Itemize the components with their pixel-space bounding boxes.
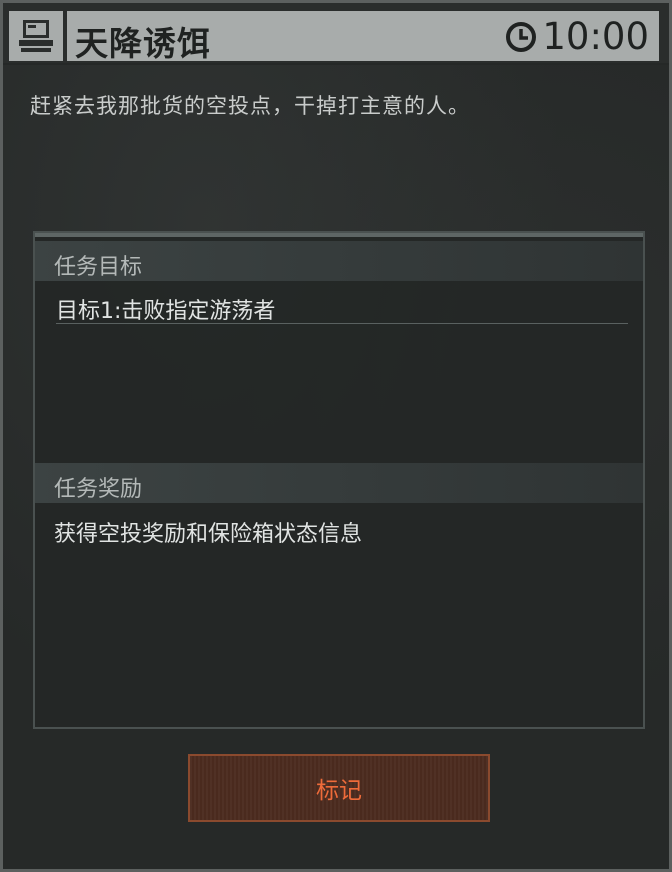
mission-timer: 10:00 xyxy=(504,15,649,58)
panel-top-line xyxy=(35,233,643,237)
rewards-header: 任务奖励 xyxy=(35,463,643,503)
objectives-header-label: 任务目标 xyxy=(54,255,143,280)
objectives-header: 任务目标 xyxy=(35,241,643,281)
computer-terminal-icon xyxy=(19,20,53,52)
mission-title: 天降诱饵 xyxy=(75,24,211,63)
mission-icon-box xyxy=(9,11,63,61)
clock-icon xyxy=(506,21,537,52)
objective-item: 目标1:击败指定游荡者 xyxy=(56,299,276,324)
reward-text: 获得空投奖励和保险箱状态信息 xyxy=(54,522,363,547)
mission-header: 天降诱饵 10:00 xyxy=(3,3,669,63)
objective-divider xyxy=(56,323,628,324)
objectives-panel: 任务目标 目标1:击败指定游荡者 任务奖励 获得空投奖励和保险箱状态信息 xyxy=(33,231,645,729)
mark-button-label: 标记 xyxy=(316,778,362,804)
mission-description: 赶紧去我那批货的空投点，干掉打主意的人。 xyxy=(30,94,470,118)
title-bar: 天降诱饵 10:00 xyxy=(67,11,659,63)
rewards-header-label: 任务奖励 xyxy=(54,477,143,502)
mark-button[interactable]: 标记 xyxy=(188,754,490,822)
timer-text: 10:00 xyxy=(542,15,649,58)
